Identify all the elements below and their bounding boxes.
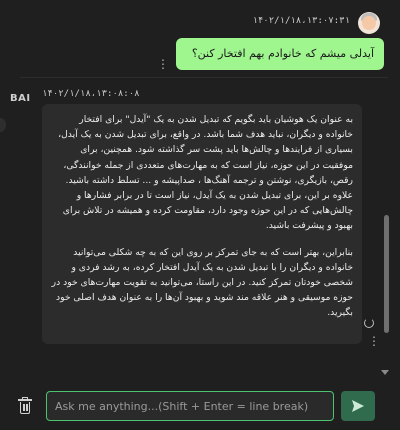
bot-avatar: BAI <box>10 93 31 104</box>
divider <box>20 77 388 78</box>
composer-bar <box>0 386 400 430</box>
refresh-icon[interactable] <box>364 318 374 328</box>
sidebar-toggle-handle[interactable] <box>0 118 6 132</box>
user-message-timestamp: ۱۴۰۲/۱/۱۸،۱۳:۰۷:۳۱ <box>252 16 350 26</box>
user-message-row: ۱۴۰۲/۱/۱۸،۱۳:۰۷:۳۱ آیدلی میشم که خانوادم… <box>0 10 400 71</box>
send-button[interactable] <box>341 391 375 421</box>
send-icon <box>352 400 364 412</box>
user-avatar-icon <box>358 12 380 34</box>
user-message-menu-icon[interactable]: ⋮ <box>157 57 169 71</box>
bot-message-paragraph: به عنوان یک هوشیان باید بگویم که تبدیل ش… <box>58 114 353 232</box>
bot-message-bubble: به عنوان یک هوشیان باید بگویم که تبدیل ش… <box>42 104 362 344</box>
bot-message-paragraph: بنابراین، بهتر است که به جای تمرکز بر رو… <box>51 246 353 319</box>
user-message-bubble: آیدلی میشم که خانوادم بهم افتخار کنن؟ <box>176 38 384 70</box>
bot-message-menu-icon[interactable]: ⋮ <box>368 334 380 348</box>
scroll-down-arrow-icon[interactable] <box>381 370 389 375</box>
scrollbar-thumb[interactable] <box>384 215 389 333</box>
trash-icon[interactable] <box>18 397 32 414</box>
bot-message-timestamp: ۱۴۰۲/۱/۱۸،۱۳:۰۸:۰۸ <box>42 89 140 99</box>
message-input[interactable] <box>46 391 334 421</box>
